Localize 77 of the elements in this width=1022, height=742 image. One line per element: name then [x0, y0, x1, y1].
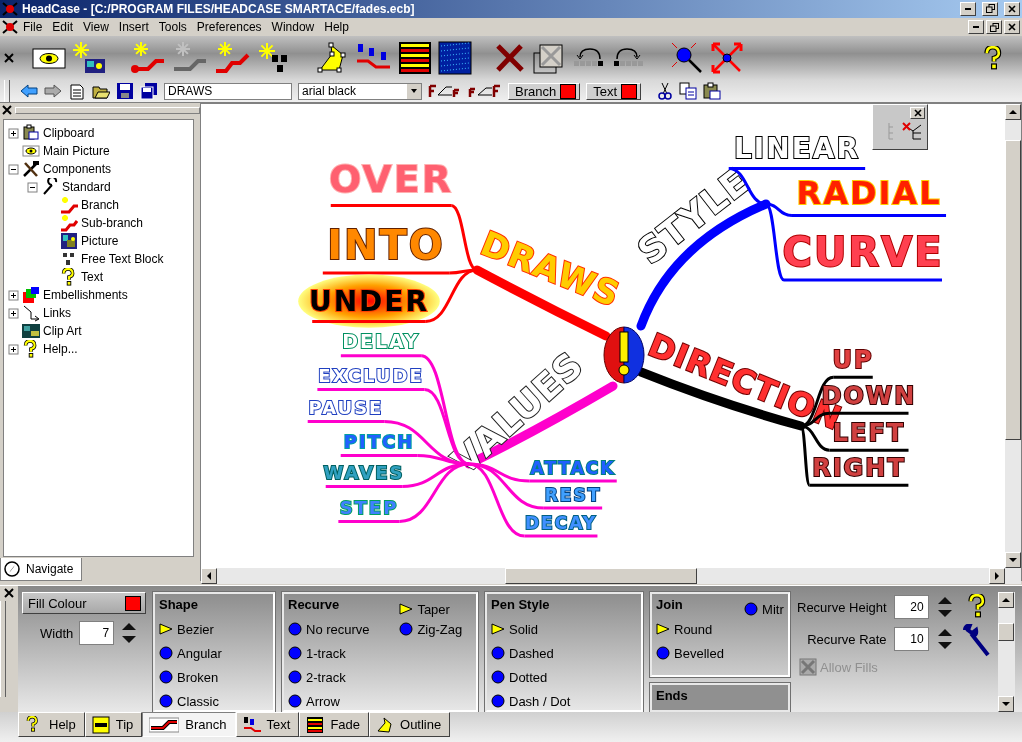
option-label[interactable]: Arrow: [306, 693, 340, 709]
number-field[interactable]: 10: [893, 627, 929, 652]
option-label[interactable]: Dash / Dot: [509, 693, 571, 709]
underlined-map-word: DECAY: [524, 513, 598, 539]
option-label[interactable]: 1-track: [306, 645, 346, 661]
menu-item[interactable]: Preferences: [191, 20, 267, 35]
tree-item[interactable]: Help...: [43, 342, 78, 357]
bottom-tab[interactable]: Fade: [299, 712, 369, 738]
bottom-tab[interactable]: Help: [18, 712, 85, 738]
fill-colour-button[interactable]: Fill Colour: [22, 592, 146, 615]
underlined-map-word: PITCH: [340, 431, 418, 458]
underlined-map-word: INTO: [322, 222, 450, 275]
menu-item[interactable]: Edit: [47, 20, 79, 35]
option-label[interactable]: Bevelled: [674, 645, 724, 661]
tree-item[interactable]: Components: [43, 162, 112, 177]
menu-item[interactable]: Tools: [153, 20, 192, 35]
underlined-map-word: RIGHT: [809, 454, 909, 488]
text-field[interactable]: DRAWS: [164, 82, 292, 100]
underlined-map-word: OVER: [329, 157, 453, 208]
option-label[interactable]: Angular: [177, 645, 222, 661]
colour-button[interactable]: Branch: [508, 82, 581, 100]
underlined-map-word: PAUSE: [307, 397, 385, 424]
option-label[interactable]: No recurve: [306, 621, 370, 637]
bottom-tab[interactable]: Text: [235, 712, 300, 738]
tree-item[interactable]: Branch: [81, 198, 120, 213]
bottom-tab[interactable]: Branch: [142, 712, 236, 738]
option-label[interactable]: Broken: [177, 669, 219, 685]
tree-item[interactable]: Picture: [81, 234, 119, 249]
width-label: Width: [40, 625, 74, 641]
navigate-tab[interactable]: Navigate: [0, 558, 83, 582]
number-field[interactable]: 20: [893, 595, 929, 620]
group-title: Shape: [159, 597, 199, 615]
option-label[interactable]: Classic: [177, 693, 219, 709]
underlined-map-word: CURVE: [782, 229, 944, 282]
underlined-map-word: RADIAL: [791, 174, 947, 218]
tree-item[interactable]: Standard: [62, 180, 111, 195]
option-label[interactable]: Mitr: [762, 601, 784, 617]
window-title: HeadCase - [C:/PROGRAM FILES/HEADCASE SMARTACE/fades.ecb]: [22, 1, 416, 16]
glowing-map-word: UNDER: [298, 275, 440, 329]
option-label[interactable]: Dashed: [509, 645, 554, 661]
option-label[interactable]: Taper: [417, 601, 450, 617]
underlined-map-word: REST: [543, 485, 603, 511]
underlined-map-word: EXCLUDE: [317, 365, 425, 392]
tree-item[interactable]: Embellishments: [43, 288, 128, 303]
tree-item[interactable]: Links: [43, 306, 71, 321]
group-title: Recurve: [288, 597, 341, 615]
option-label[interactable]: Round: [674, 621, 713, 637]
tree-item[interactable]: Sub-branch: [81, 216, 144, 231]
font-dropdown[interactable]: arial black: [298, 82, 422, 100]
group-title: Join: [656, 597, 684, 615]
tree-item[interactable]: Clipboard: [43, 126, 95, 141]
option-label[interactable]: Zig-Zag: [417, 621, 463, 637]
group-title: Pen Style: [491, 597, 551, 615]
underlined-map-word: WAVES: [323, 462, 405, 489]
underlined-map-word: DELAY: [340, 330, 422, 358]
menu-item[interactable]: File: [18, 20, 48, 35]
option-label[interactable]: 2-track: [306, 669, 346, 685]
spinner-label: Recurve Height: [797, 599, 887, 615]
ends-group: Ends: [650, 682, 790, 713]
menu-item[interactable]: Window: [266, 20, 320, 35]
option-label[interactable]: Dotted: [509, 669, 548, 685]
option-label[interactable]: Solid: [509, 621, 538, 637]
tree-item[interactable]: Clip Art: [43, 324, 82, 339]
menu-item[interactable]: View: [78, 20, 114, 35]
bottom-tab[interactable]: Outline: [369, 712, 451, 738]
tree-item[interactable]: Free Text Block: [81, 252, 164, 267]
underlined-map-word: STEP: [338, 497, 400, 524]
tree-item[interactable]: Main Picture: [43, 144, 110, 159]
tree-item[interactable]: Text: [81, 270, 103, 285]
menu-item[interactable]: Help: [319, 20, 354, 35]
spinner-label: Recurve Rate: [807, 631, 887, 647]
colour-button[interactable]: Text: [586, 82, 642, 100]
bottom-tab[interactable]: Tip: [84, 712, 143, 738]
underlined-map-word: LINEAR: [728, 132, 866, 171]
option-label[interactable]: Bezier: [177, 621, 214, 637]
width-field[interactable]: 7: [79, 621, 115, 646]
menu-item[interactable]: Insert: [113, 20, 154, 35]
